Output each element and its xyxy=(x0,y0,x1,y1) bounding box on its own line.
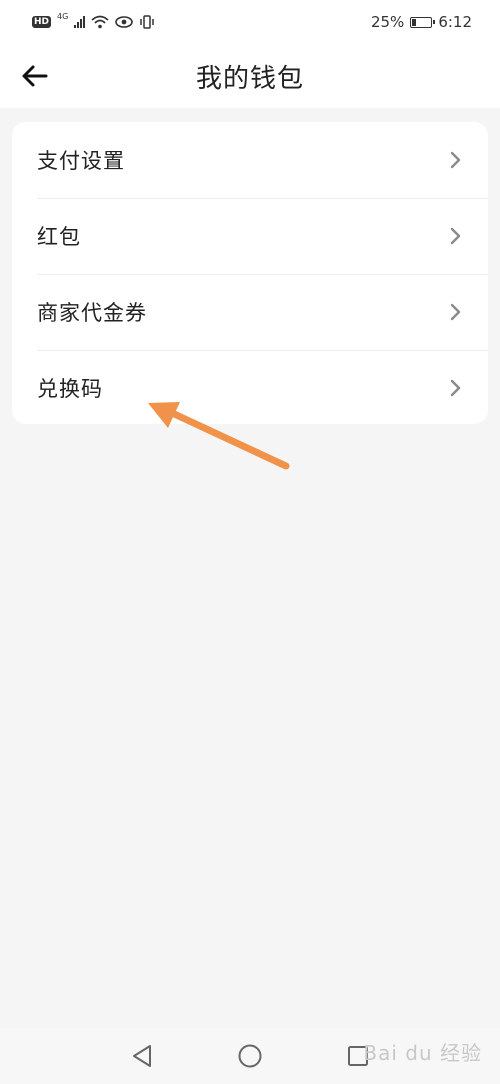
menu-item-label: 红包 xyxy=(37,225,81,249)
watermark: Bai du 经验 xyxy=(363,1041,482,1065)
battery-icon xyxy=(410,16,436,28)
menu-item-payment-settings[interactable]: 支付设置 xyxy=(12,122,488,198)
wifi-icon xyxy=(91,15,109,29)
menu-item-red-packet[interactable]: 红包 xyxy=(12,198,488,274)
eye-icon xyxy=(115,16,134,28)
app-header: 我的钱包 xyxy=(0,44,500,108)
nav-home-button[interactable] xyxy=(237,1043,263,1069)
menu-item-label: 支付设置 xyxy=(37,149,125,173)
triangle-back-icon xyxy=(133,1045,151,1067)
wallet-menu-card: 支付设置 红包 商家代金券 兑换码 xyxy=(12,122,488,424)
menu-item-label: 商家代金券 xyxy=(37,301,147,325)
battery-percent: 25% xyxy=(370,13,405,31)
chevron-right-icon xyxy=(450,303,461,321)
hd-badge: HD xyxy=(32,16,52,28)
status-icons-right: 25% 6:12 xyxy=(371,13,472,31)
chevron-right-icon xyxy=(450,151,461,169)
vibrate-icon xyxy=(140,15,155,29)
arrow-left-icon xyxy=(22,65,48,87)
menu-item-label: 兑换码 xyxy=(37,377,103,401)
chevron-right-icon xyxy=(450,379,461,397)
clock: 6:12 xyxy=(438,13,472,31)
network-type-label: 4G xyxy=(57,11,69,21)
circle-home-icon xyxy=(238,1044,262,1068)
menu-item-merchant-vouchers[interactable]: 商家代金券 xyxy=(12,274,488,350)
menu-item-redeem-code[interactable]: 兑换码 xyxy=(12,350,488,424)
page-title: 我的钱包 xyxy=(195,63,304,94)
signal-icon xyxy=(74,16,86,28)
chevron-right-icon xyxy=(450,227,461,245)
nav-back-button[interactable] xyxy=(129,1043,155,1069)
status-bar: HD 4G 25% 6:12 xyxy=(0,0,500,44)
status-icons-left: HD 4G xyxy=(32,11,155,29)
back-button[interactable] xyxy=(18,60,52,92)
